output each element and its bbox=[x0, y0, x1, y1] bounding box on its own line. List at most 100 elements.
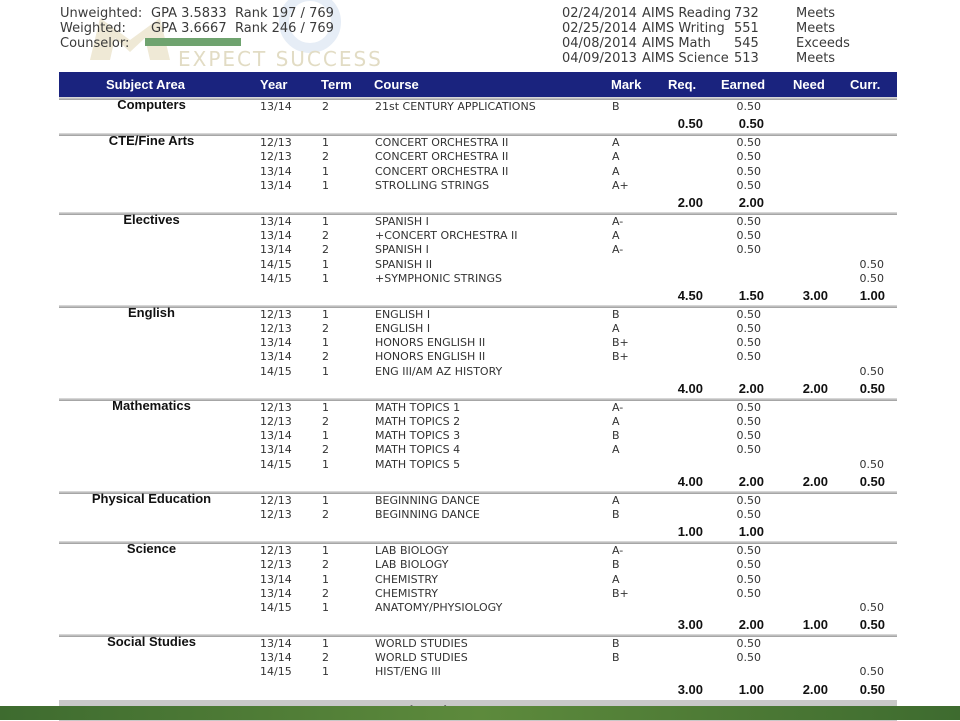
total-need: 2.00 bbox=[802, 681, 828, 697]
course-earned: 0.50 bbox=[736, 400, 762, 414]
table-row: 13/14 2 WORLD STUDIES B 0.50 bbox=[59, 651, 897, 665]
subject-groups: Computers 13/14 2 21st CENTURY APPLICATIONS… bbox=[59, 97, 897, 699]
course-earned: 0.50 bbox=[736, 637, 762, 651]
course-year: 13/14 bbox=[260, 443, 292, 457]
total-req: 2.00 bbox=[677, 194, 703, 210]
table-row: 13/14 1 CHEMISTRY A 0.50 bbox=[59, 573, 897, 587]
course-name: CONCERT ORCHESTRA II bbox=[375, 164, 509, 178]
aims-score: 513 bbox=[734, 51, 759, 66]
counselor-row: Counselor: bbox=[60, 36, 390, 51]
gpa-unweighted-row: Unweighted: GPA 3.5833 Rank 197 / 769 bbox=[60, 6, 390, 21]
table-header: Subject Area Year Term Course Mark Req. … bbox=[59, 72, 897, 97]
column-header-need: Need bbox=[793, 77, 825, 92]
course-mark: A bbox=[612, 572, 620, 586]
total-curr: 0.50 bbox=[859, 681, 885, 697]
total-earned: 2.00 bbox=[738, 617, 764, 633]
column-header-mark: Mark bbox=[611, 77, 642, 92]
column-header-term: Term bbox=[321, 77, 352, 92]
course-name: HONORS ENGLISH II bbox=[375, 336, 486, 350]
course-year: 14/15 bbox=[260, 600, 292, 614]
course-name: CHEMISTRY bbox=[375, 572, 438, 586]
course-curr: 0.50 bbox=[859, 271, 885, 285]
course-year: 14/15 bbox=[260, 364, 292, 378]
course-mark: A bbox=[612, 415, 620, 428]
table-row: 12/13 1 BEGINNING DANCE A 0.50 bbox=[59, 494, 897, 508]
course-term: 2 bbox=[322, 415, 329, 428]
table-row: 12/13 2 ENGLISH I A 0.50 bbox=[59, 322, 897, 336]
course-name: ANATOMY/PHYSIOLOGY bbox=[375, 600, 503, 614]
course-earned: 0.50 bbox=[736, 150, 762, 164]
course-year: 13/14 bbox=[260, 243, 292, 257]
course-term: 1 bbox=[322, 429, 329, 443]
course-term: 2 bbox=[322, 150, 329, 164]
table-row: 13/14 2 MATH TOPICS 4 A 0.50 bbox=[59, 443, 897, 457]
course-term: 1 bbox=[322, 257, 329, 271]
subject-totals-row: 4.50 1.50 3.00 1.00 bbox=[59, 286, 897, 305]
total-need: 1.00 bbox=[802, 617, 828, 633]
course-name: MATH TOPICS 1 bbox=[375, 400, 461, 414]
course-term: 2 bbox=[322, 558, 329, 572]
total-earned: 0.50 bbox=[738, 116, 764, 132]
course-year: 12/13 bbox=[260, 415, 292, 428]
aims-scores: 02/24/2014 AIMS Reading 732 Meets 02/25/… bbox=[562, 6, 862, 66]
total-req: 3.00 bbox=[677, 681, 703, 697]
course-name: SPANISH II bbox=[375, 257, 433, 271]
subject-totals-row: 3.00 1.00 2.00 0.50 bbox=[59, 680, 897, 699]
course-term: 2 bbox=[322, 322, 329, 336]
aims-row: 04/08/2014 AIMS Math 545 Exceeds bbox=[562, 36, 862, 51]
gpa-label: Weighted: bbox=[60, 21, 126, 36]
course-term: 1 bbox=[322, 136, 329, 150]
total-req: 3.00 bbox=[677, 617, 703, 633]
course-earned: 0.50 bbox=[736, 507, 762, 521]
aims-score: 551 bbox=[734, 21, 759, 36]
course-mark: B bbox=[612, 307, 620, 321]
course-term: 1 bbox=[322, 178, 329, 192]
course-term: 2 bbox=[322, 350, 329, 364]
course-year: 12/13 bbox=[260, 544, 292, 558]
course-name: +CONCERT ORCHESTRA II bbox=[375, 229, 518, 243]
course-name: SPANISH I bbox=[375, 243, 429, 257]
course-year: 13/14 bbox=[260, 429, 292, 443]
table-row: 12/13 1 LAB BIOLOGY A- 0.50 bbox=[59, 544, 897, 558]
course-curr: 0.50 bbox=[859, 257, 885, 271]
table-row: 12/13 2 LAB BIOLOGY B 0.50 bbox=[59, 558, 897, 572]
course-name: MATH TOPICS 3 bbox=[375, 429, 461, 443]
course-name: ENG III/AM AZ HISTORY bbox=[375, 364, 503, 378]
gpa-rank: Rank 246 / 769 bbox=[235, 21, 334, 36]
course-mark: B bbox=[612, 507, 620, 521]
course-earned: 0.50 bbox=[736, 322, 762, 336]
column-header-subject: Subject Area bbox=[106, 77, 185, 92]
course-year: 13/14 bbox=[260, 637, 292, 651]
course-earned: 0.50 bbox=[736, 307, 762, 321]
transcript-header: EXPECT SUCCESS Unweighted: GPA 3.5833 Ra… bbox=[0, 0, 960, 71]
course-earned: 0.50 bbox=[736, 415, 762, 428]
course-year: 13/14 bbox=[260, 100, 292, 113]
aims-row: 02/24/2014 AIMS Reading 732 Meets bbox=[562, 6, 862, 21]
table-row: 12/13 1 ENGLISH I B 0.50 bbox=[59, 308, 897, 322]
table-row: 12/13 1 CONCERT ORCHESTRA II A 0.50 bbox=[59, 136, 897, 150]
subject-totals-row: 1.00 1.00 bbox=[59, 522, 897, 541]
course-mark: B+ bbox=[612, 336, 629, 350]
course-term: 2 bbox=[322, 443, 329, 457]
course-earned: 0.50 bbox=[736, 429, 762, 443]
total-earned: 1.00 bbox=[738, 681, 764, 697]
subject-group: Physical Education 12/13 1 BEGINNING DANCE A… bbox=[59, 490, 897, 541]
course-year: 13/14 bbox=[260, 651, 292, 665]
total-req: 4.00 bbox=[677, 473, 703, 489]
table-row: 13/14 2 21st CENTURY APPLICATIONS B 0.50 bbox=[59, 100, 897, 114]
table-row: 13/14 2 +CONCERT ORCHESTRA II A 0.50 bbox=[59, 229, 897, 243]
course-mark: B+ bbox=[612, 350, 629, 364]
table-row: 14/15 1 ANATOMY/PHYSIOLOGY 0.50 bbox=[59, 601, 897, 615]
course-mark: B bbox=[612, 651, 620, 665]
course-name: HIST/ENG III bbox=[375, 665, 441, 679]
course-year: 13/14 bbox=[260, 336, 292, 350]
course-term: 1 bbox=[322, 493, 329, 507]
course-name: ENGLISH I bbox=[375, 322, 431, 336]
aims-date: 02/25/2014 bbox=[562, 21, 637, 36]
course-earned: 0.50 bbox=[736, 443, 762, 457]
course-name: STROLLING STRINGS bbox=[375, 178, 490, 192]
course-mark: B bbox=[612, 558, 620, 572]
table-row: 12/13 1 MATH TOPICS 1 A- 0.50 bbox=[59, 401, 897, 415]
gpa-value: GPA 3.6667 bbox=[151, 21, 227, 36]
course-earned: 0.50 bbox=[736, 243, 762, 257]
